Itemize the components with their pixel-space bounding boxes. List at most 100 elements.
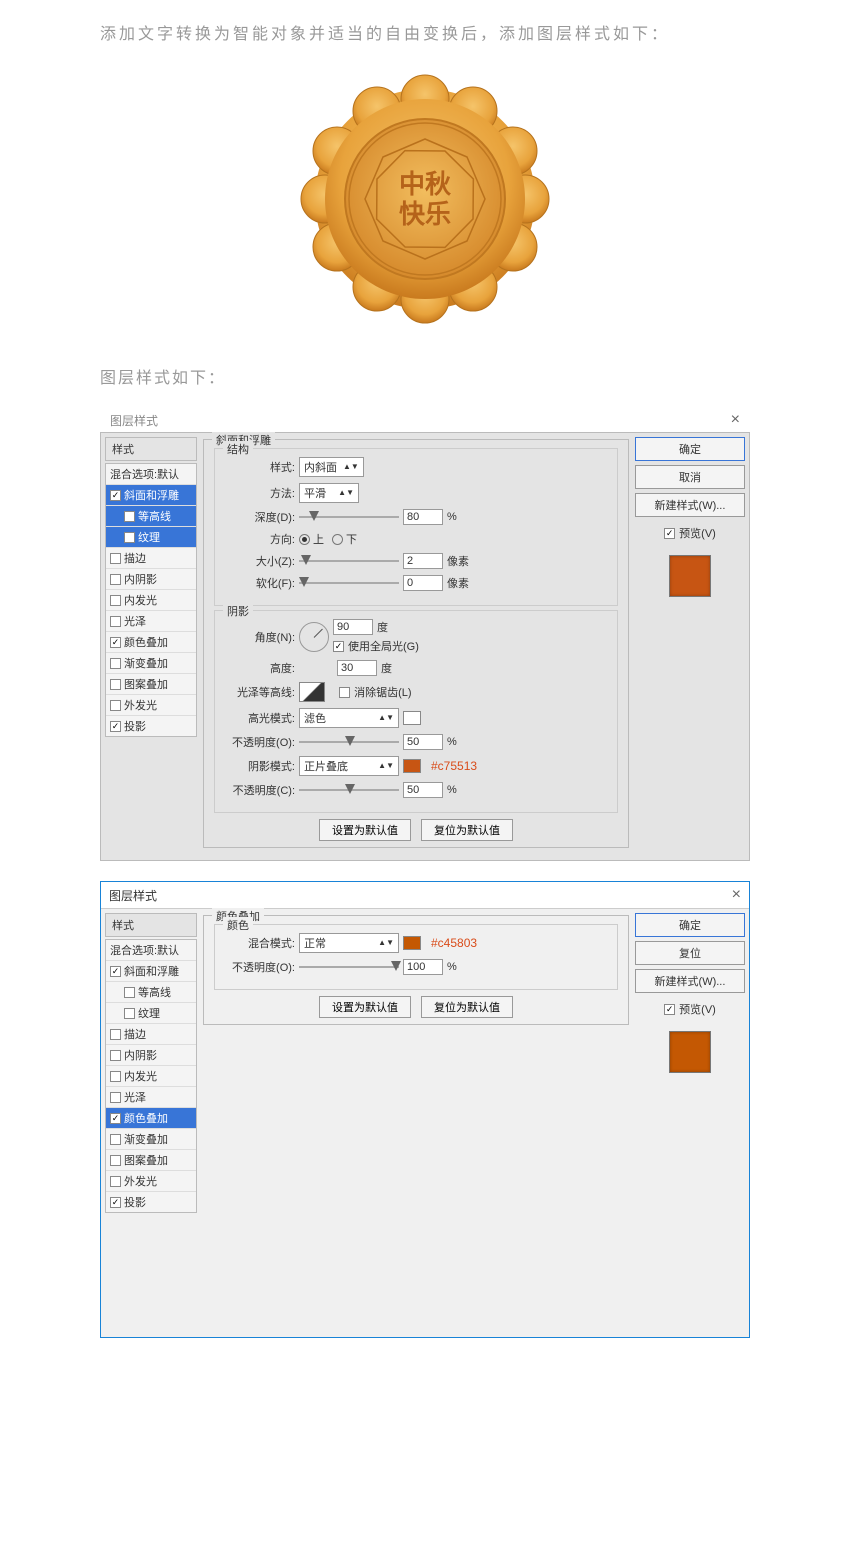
effect-row[interactable]: 等高线 xyxy=(106,982,196,1003)
effect-row[interactable]: 斜面和浮雕 xyxy=(106,961,196,982)
effect-checkbox[interactable] xyxy=(110,1029,121,1040)
effect-row[interactable]: 内发光 xyxy=(106,590,196,611)
effect-row[interactable]: 外发光 xyxy=(106,695,196,716)
effect-checkbox[interactable] xyxy=(110,574,121,585)
size-slider[interactable] xyxy=(299,554,399,568)
effect-row[interactable]: 图案叠加 xyxy=(106,1150,196,1171)
effect-checkbox[interactable] xyxy=(124,1008,135,1019)
mooncake-text-top: 中秋 xyxy=(399,170,452,199)
effect-checkbox[interactable] xyxy=(110,1071,121,1082)
effect-checkbox[interactable] xyxy=(110,595,121,606)
ok-button[interactable]: 确定 xyxy=(635,913,745,937)
effect-row[interactable]: 内阴影 xyxy=(106,569,196,590)
close-icon[interactable]: × xyxy=(732,886,741,904)
effect-checkbox[interactable] xyxy=(110,966,121,977)
effect-row[interactable]: 纹理 xyxy=(106,1003,196,1024)
effect-checkbox[interactable] xyxy=(110,616,121,627)
effect-checkbox[interactable] xyxy=(110,1134,121,1145)
altitude-input[interactable]: 30 xyxy=(337,660,377,676)
angle-input[interactable]: 90 xyxy=(333,619,373,635)
shadow-opacity-input[interactable]: 50 xyxy=(403,782,443,798)
reset-default-button[interactable]: 复位为默认值 xyxy=(421,996,513,1018)
effect-row[interactable]: 颜色叠加 xyxy=(106,632,196,653)
effect-row[interactable]: 光泽 xyxy=(106,611,196,632)
shadow-mode-label: 阴影模式: xyxy=(225,758,295,774)
effect-checkbox[interactable] xyxy=(110,1197,121,1208)
altitude-label: 高度: xyxy=(225,660,295,676)
effect-row[interactable]: 内阴影 xyxy=(106,1045,196,1066)
effect-checkbox[interactable] xyxy=(110,1155,121,1166)
soften-slider[interactable] xyxy=(299,576,399,590)
effect-checkbox[interactable] xyxy=(110,700,121,711)
shadow-opacity-slider[interactable] xyxy=(299,783,399,797)
effect-checkbox[interactable] xyxy=(110,637,121,648)
shadow-hex: #c75513 xyxy=(431,759,477,773)
depth-input[interactable]: 80 xyxy=(403,509,443,525)
highlight-color-swatch[interactable] xyxy=(403,711,421,725)
effect-row[interactable]: 内发光 xyxy=(106,1066,196,1087)
effect-row[interactable]: 图案叠加 xyxy=(106,674,196,695)
preview-checkbox[interactable] xyxy=(664,1004,675,1015)
effect-row[interactable]: 描边 xyxy=(106,548,196,569)
gloss-contour-picker[interactable] xyxy=(299,682,325,702)
make-default-button[interactable]: 设置为默认值 xyxy=(319,996,411,1018)
close-icon[interactable]: × xyxy=(731,411,740,429)
direction-down-radio[interactable]: 下 xyxy=(332,531,357,547)
cancel-button[interactable]: 复位 xyxy=(635,941,745,965)
effect-checkbox[interactable] xyxy=(124,532,135,543)
technique-select[interactable]: 平滑▲▼ xyxy=(299,483,359,503)
effect-checkbox[interactable] xyxy=(110,1092,121,1103)
soften-input[interactable]: 0 xyxy=(403,575,443,591)
direction-up-radio[interactable]: 上 xyxy=(299,531,324,547)
effect-checkbox[interactable] xyxy=(124,511,135,522)
cancel-button[interactable]: 取消 xyxy=(635,465,745,489)
effect-row[interactable]: 纹理 xyxy=(106,527,196,548)
depth-slider[interactable] xyxy=(299,510,399,524)
direction-label: 方向: xyxy=(225,531,295,547)
effect-row[interactable]: 描边 xyxy=(106,1024,196,1045)
effect-checkbox[interactable] xyxy=(110,490,121,501)
blending-options-row[interactable]: 混合选项:默认 xyxy=(106,940,196,961)
size-input[interactable]: 2 xyxy=(403,553,443,569)
style-label: 样式: xyxy=(225,459,295,475)
effect-row[interactable]: 颜色叠加 xyxy=(106,1108,196,1129)
effect-row[interactable]: 斜面和浮雕 xyxy=(106,485,196,506)
blend-mode-select[interactable]: 正常▲▼ xyxy=(299,933,399,953)
style-select[interactable]: 内斜面▲▼ xyxy=(299,457,364,477)
preview-checkbox[interactable] xyxy=(664,528,675,539)
effect-row[interactable]: 渐变叠加 xyxy=(106,1129,196,1150)
effect-row[interactable]: 外发光 xyxy=(106,1171,196,1192)
technique-label: 方法: xyxy=(225,485,295,501)
effect-checkbox[interactable] xyxy=(124,987,135,998)
highlight-opacity-slider[interactable] xyxy=(299,735,399,749)
highlight-opacity-input[interactable]: 50 xyxy=(403,734,443,750)
shadow-mode-select[interactable]: 正片叠底▲▼ xyxy=(299,756,399,776)
opacity-input[interactable]: 100 xyxy=(403,959,443,975)
antialias-checkbox[interactable] xyxy=(339,687,350,698)
new-style-button[interactable]: 新建样式(W)... xyxy=(635,969,745,993)
effect-checkbox[interactable] xyxy=(110,1050,121,1061)
blending-options-row[interactable]: 混合选项:默认 xyxy=(106,464,196,485)
opacity-slider[interactable] xyxy=(299,960,399,974)
effect-checkbox[interactable] xyxy=(110,1176,121,1187)
effect-checkbox[interactable] xyxy=(110,679,121,690)
effect-checkbox[interactable] xyxy=(110,658,121,669)
reset-default-button[interactable]: 复位为默认值 xyxy=(421,819,513,841)
effect-label: 光泽 xyxy=(124,613,146,629)
effect-row[interactable]: 投影 xyxy=(106,716,196,736)
effect-checkbox[interactable] xyxy=(110,553,121,564)
ok-button[interactable]: 确定 xyxy=(635,437,745,461)
shadow-color-swatch[interactable] xyxy=(403,759,421,773)
overlay-color-swatch[interactable] xyxy=(403,936,421,950)
effect-row[interactable]: 等高线 xyxy=(106,506,196,527)
effect-row[interactable]: 渐变叠加 xyxy=(106,653,196,674)
effect-row[interactable]: 投影 xyxy=(106,1192,196,1212)
angle-dial[interactable] xyxy=(299,622,329,652)
new-style-button[interactable]: 新建样式(W)... xyxy=(635,493,745,517)
effect-checkbox[interactable] xyxy=(110,1113,121,1124)
effect-checkbox[interactable] xyxy=(110,721,121,732)
effect-row[interactable]: 光泽 xyxy=(106,1087,196,1108)
make-default-button[interactable]: 设置为默认值 xyxy=(319,819,411,841)
global-light-checkbox[interactable] xyxy=(333,641,344,652)
highlight-mode-select[interactable]: 滤色▲▼ xyxy=(299,708,399,728)
